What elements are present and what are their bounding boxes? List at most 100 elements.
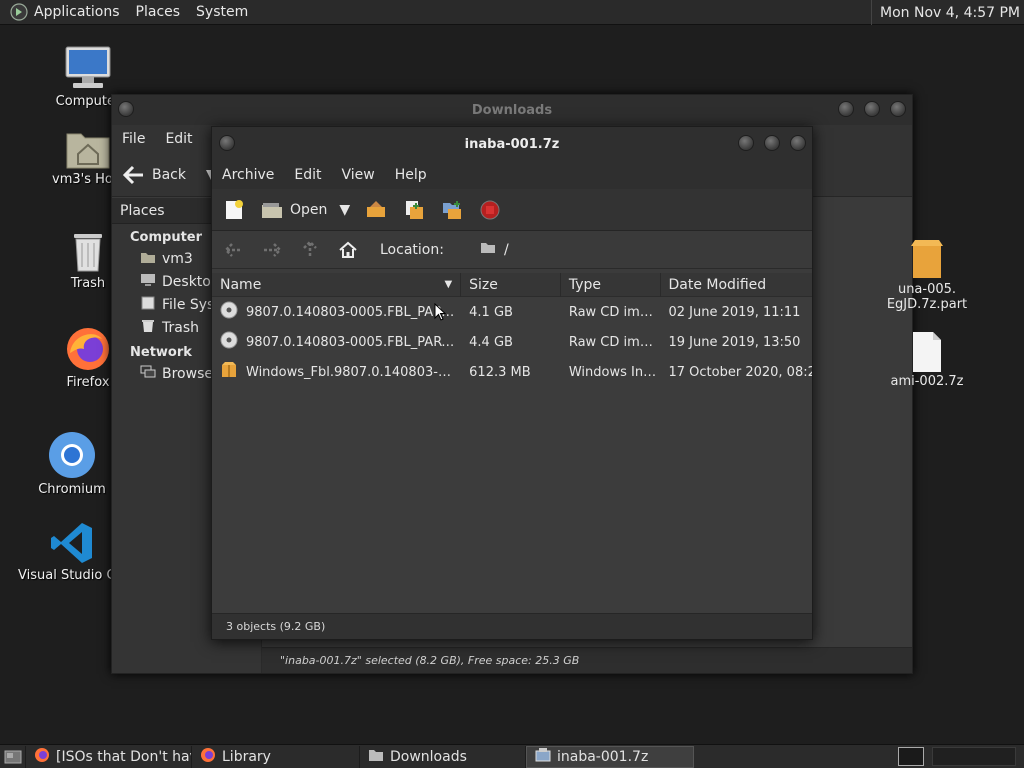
file-tile[interactable]: una-005. EgJD.7z.part [872, 238, 982, 312]
column-header-name[interactable]: Name ▼ [212, 272, 462, 297]
taskbar-item-downloads[interactable]: Downloads [360, 745, 526, 768]
desktop-icon-vscode[interactable]: Visual Studio Code [18, 520, 126, 583]
archive-manager-window[interactable]: inaba-001.7z Archive Edit View Help Open… [211, 126, 813, 640]
taskbar-item-firefox-isos[interactable]: [ISOs that Don't have [26, 745, 192, 768]
trash-icon [140, 319, 156, 337]
minimize-button[interactable] [738, 135, 754, 151]
clock[interactable]: Mon Nov 4, 4:57 PM [871, 0, 1020, 25]
window-menu-button[interactable] [219, 135, 235, 151]
add-folder-icon [440, 198, 464, 222]
workspace-switcher[interactable] [898, 747, 924, 766]
archive-statusbar: 3 objects (9.2 GB) [212, 613, 812, 639]
file-name: 9807.0.140803-0005.FBL_PARTNER_OUT [246, 304, 456, 320]
minimize-button[interactable] [838, 101, 854, 117]
new-archive-button[interactable] [222, 198, 246, 222]
archive-titlebar[interactable]: inaba-001.7z [212, 127, 812, 161]
menu-help[interactable]: Help [395, 167, 427, 183]
vscode-icon [18, 520, 126, 566]
window-menu-button[interactable] [118, 101, 134, 117]
menu-view[interactable]: View [342, 167, 375, 183]
column-header-size[interactable]: Size [461, 272, 561, 297]
home-icon[interactable] [336, 238, 360, 262]
stop-button[interactable] [478, 198, 502, 222]
show-desktop-button[interactable] [0, 745, 26, 768]
places-menu[interactable]: Places [128, 4, 189, 20]
location-label: Location: [380, 241, 444, 258]
computer-icon [38, 44, 138, 92]
folder-icon [480, 241, 496, 258]
taskbar-item-label: inaba-001.7z [557, 748, 649, 765]
show-desktop-icon [4, 750, 21, 763]
file-label: ami-002.7z [890, 374, 964, 389]
back-arrow-icon [122, 163, 146, 187]
disc-icon [220, 301, 238, 323]
extract-button[interactable] [364, 198, 388, 222]
archive-icon [872, 238, 982, 282]
add-folder-button[interactable] [440, 198, 464, 222]
menu-archive[interactable]: Archive [222, 167, 274, 183]
close-button[interactable] [890, 101, 906, 117]
menu-file[interactable]: File [122, 131, 145, 147]
maximize-button[interactable] [764, 135, 780, 151]
file-label: EgJD.7z.part [886, 297, 968, 312]
archive-title: inaba-001.7z [464, 136, 560, 152]
maximize-button[interactable] [864, 101, 880, 117]
back-arrow-icon[interactable] [222, 238, 246, 262]
archive-manager-icon [535, 747, 551, 767]
file-date: 02 June 2019, 11:11 [668, 304, 801, 320]
folder-icon [368, 748, 384, 766]
open-button[interactable]: Open ▼ [260, 198, 350, 222]
file-size: 4.4 GB [469, 334, 513, 350]
taskbar-item-label: Library [222, 748, 271, 765]
forward-arrow-icon[interactable] [260, 238, 284, 262]
up-arrow-icon[interactable] [298, 238, 322, 262]
file-label: una-005. [897, 282, 957, 297]
desktop-icon-label: Chromium [38, 482, 106, 497]
desktop-icon [140, 273, 156, 291]
package-icon [220, 361, 238, 383]
taskbar-item-archive-manager[interactable]: inaba-001.7z [526, 745, 694, 768]
desktop-icon-chromium[interactable]: Chromium [22, 430, 122, 497]
back-button[interactable]: Back ▼ [122, 163, 217, 187]
file-tile[interactable]: ami-002.7z [872, 330, 982, 389]
file-icon [872, 330, 982, 374]
workspace-area[interactable] [932, 747, 1016, 766]
drive-icon [140, 296, 156, 314]
table-row[interactable]: 9807.0.140803-0005.FBL_PARTNER_OUT 4.4 G… [212, 327, 812, 357]
system-menu[interactable]: System [188, 4, 256, 20]
applications-menu[interactable]: Applications [30, 4, 128, 20]
file-name: Windows_Fbl.9807.0.140803-0005 [246, 364, 456, 380]
firefox-icon [34, 747, 50, 767]
network-icon [140, 365, 156, 383]
open-dropdown-icon[interactable]: ▼ [339, 202, 350, 218]
disc-icon [220, 331, 238, 353]
desktop-icon-label: Visual Studio Code [18, 568, 126, 583]
file-date: 19 June 2019, 13:50 [668, 334, 801, 350]
column-header-date[interactable]: Date Modified [661, 273, 812, 297]
table-row[interactable]: Windows_Fbl.9807.0.140803-0005 612.3 MB … [212, 357, 812, 387]
file-date: 17 October 2020, 08:21 [668, 364, 813, 380]
downloads-titlebar[interactable]: Downloads [112, 95, 912, 125]
location-bar: Location: / [212, 231, 812, 269]
file-size: 4.1 GB [469, 304, 513, 320]
table-row[interactable]: 9807.0.140803-0005.FBL_PARTNER_OUT 4.1 G… [212, 297, 812, 327]
downloads-statusbar: "inaba-001.7z" selected (8.2 GB), Free s… [262, 647, 912, 673]
downloads-title: Downloads [471, 102, 553, 118]
sort-descending-icon: ▼ [444, 279, 453, 290]
taskbar: [ISOs that Don't have Library Downloads … [0, 744, 1024, 768]
file-list-header: Name ▼ Size Type Date Modified [212, 272, 812, 297]
archive-file-list[interactable]: Name ▼ Size Type Date Modified 9807.0.14… [212, 272, 812, 613]
stop-icon [478, 198, 502, 222]
open-folder-icon [260, 198, 284, 222]
menu-edit[interactable]: Edit [294, 167, 321, 183]
column-header-type[interactable]: Type [561, 272, 661, 297]
close-button[interactable] [790, 135, 806, 151]
location-field[interactable]: / [480, 241, 509, 258]
sidebar-item-label: vm3 [162, 250, 193, 267]
add-files-button[interactable] [402, 198, 426, 222]
taskbar-item-firefox-library[interactable]: Library [192, 745, 360, 768]
cell-name: 9807.0.140803-0005.FBL_PARTNER_OUT [212, 301, 461, 323]
distro-logo-icon[interactable] [8, 2, 30, 22]
file-name: 9807.0.140803-0005.FBL_PARTNER_OUT [246, 334, 456, 350]
menu-edit[interactable]: Edit [165, 131, 192, 147]
